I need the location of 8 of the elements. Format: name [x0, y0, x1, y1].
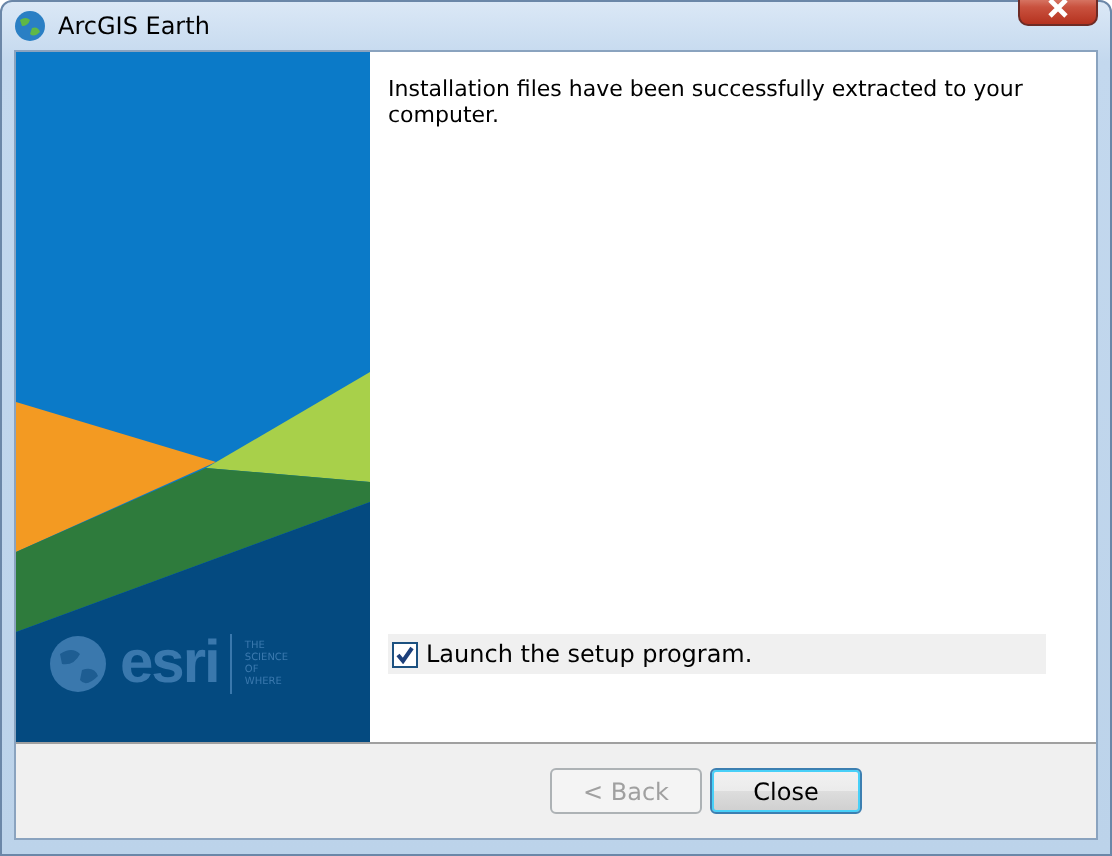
globe-logo-icon — [48, 634, 108, 694]
close-icon[interactable] — [1018, 0, 1098, 26]
window-title: ArcGIS Earth — [58, 12, 210, 40]
close-button[interactable]: Close — [710, 768, 862, 814]
launch-checkbox[interactable] — [392, 641, 418, 667]
status-message: Installation files have been successfully extracted to your computer. — [388, 76, 1025, 128]
checkbox-label: Launch the setup program. — [426, 640, 753, 668]
globe-icon — [14, 10, 46, 42]
